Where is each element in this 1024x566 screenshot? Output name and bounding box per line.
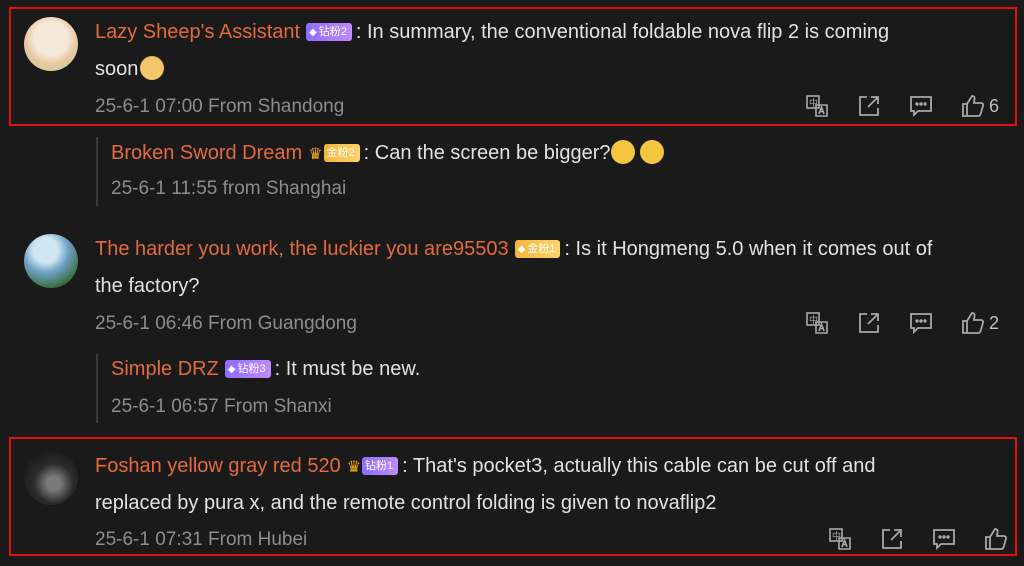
crown-icon: ♛ bbox=[346, 459, 362, 476]
comment-text: : Is it Hongmeng 5.0 when it comes out o… bbox=[564, 238, 933, 260]
like-icon bbox=[962, 312, 985, 334]
reply-item: Broken Sword Dream ♛ 金粉2: Can the screen b… bbox=[96, 137, 798, 206]
translate-button[interactable]: 中 bbox=[791, 308, 843, 338]
username[interactable]: Lazy Sheep's Assistant bbox=[95, 21, 300, 43]
comment-meta: 25-6-1 07:00 From Shandong bbox=[95, 96, 345, 117]
translate-icon: 中 bbox=[806, 312, 828, 334]
comment-icon bbox=[933, 529, 955, 551]
username[interactable]: Foshan yellow gray red 520 bbox=[95, 455, 341, 477]
comment-text: : In summary, the conventional foldable … bbox=[355, 21, 890, 43]
comment-text-cont: the factory? bbox=[95, 275, 200, 297]
grin-emoji-icon bbox=[640, 140, 665, 164]
reply-button[interactable] bbox=[918, 524, 970, 554]
share-icon bbox=[859, 96, 879, 116]
fan-badge: ◆ 钻粉2 bbox=[306, 23, 352, 41]
avatar[interactable] bbox=[24, 451, 78, 505]
like-count: 2 bbox=[989, 312, 1000, 333]
translate-button[interactable]: 中 bbox=[791, 91, 843, 121]
translate-icon: 中 bbox=[829, 528, 851, 550]
reply-text: : Can the screen be bigger? bbox=[363, 142, 611, 164]
share-icon bbox=[859, 313, 879, 333]
comment-text: : That's pocket3, actually this cable ca… bbox=[402, 455, 876, 477]
share-button[interactable] bbox=[843, 91, 895, 121]
reply-button[interactable] bbox=[895, 308, 947, 338]
comment-meta: 25-6-1 06:46 From Guangdong bbox=[95, 313, 357, 334]
like-icon bbox=[985, 528, 1008, 550]
comment-text-cont: replaced by pura x, and the remote contr… bbox=[95, 492, 717, 514]
avatar[interactable] bbox=[24, 234, 78, 288]
like-icon bbox=[962, 95, 985, 117]
fan-badge: ◆ 金粉1 bbox=[514, 240, 561, 258]
reply-button[interactable] bbox=[895, 91, 947, 121]
like-button[interactable] bbox=[970, 524, 1012, 554]
translate-icon: 中 bbox=[806, 95, 828, 117]
comment-icon bbox=[910, 96, 932, 118]
share-button[interactable] bbox=[866, 524, 918, 554]
doge-emoji-icon bbox=[140, 56, 165, 80]
fan-badge: ◆ 钻粉3 bbox=[224, 360, 271, 378]
avatar[interactable] bbox=[24, 17, 78, 71]
translate-button[interactable]: 中 bbox=[814, 524, 866, 554]
reply-meta: 25-6-1 06:57 From Shanxi bbox=[111, 396, 332, 417]
username[interactable]: The harder you work, the luckier you are… bbox=[95, 238, 509, 260]
fan-badge: 金粉2 bbox=[323, 144, 360, 162]
comment-meta: 25-6-1 07:31 From Hubei bbox=[95, 529, 308, 550]
comment-icon bbox=[910, 313, 932, 335]
comment-actions: 中 bbox=[814, 524, 1012, 554]
reply-meta: 25-6-1 11:55 from Shanghai bbox=[111, 178, 347, 199]
comment-text-cont: soon bbox=[95, 58, 139, 80]
username[interactable]: Broken Sword Dream bbox=[111, 142, 302, 164]
like-button[interactable]: 2 bbox=[947, 308, 999, 338]
fan-badge: 钻粉1 bbox=[362, 457, 399, 475]
share-button[interactable] bbox=[843, 308, 895, 338]
comment-actions: 中 6 bbox=[791, 91, 999, 121]
grin-emoji-icon bbox=[611, 140, 636, 164]
reply-text: : It must be new. bbox=[274, 358, 421, 380]
crown-icon: ♛ bbox=[308, 146, 323, 163]
reply-item: Simple DRZ ◆ 钻粉3: It must be new. 25-6-1 0… bbox=[96, 354, 798, 423]
like-count: 6 bbox=[989, 95, 1000, 116]
share-icon bbox=[882, 529, 902, 549]
like-button[interactable]: 6 bbox=[947, 91, 999, 121]
comment-actions: 中 2 bbox=[791, 308, 999, 338]
username[interactable]: Simple DRZ bbox=[111, 358, 219, 380]
